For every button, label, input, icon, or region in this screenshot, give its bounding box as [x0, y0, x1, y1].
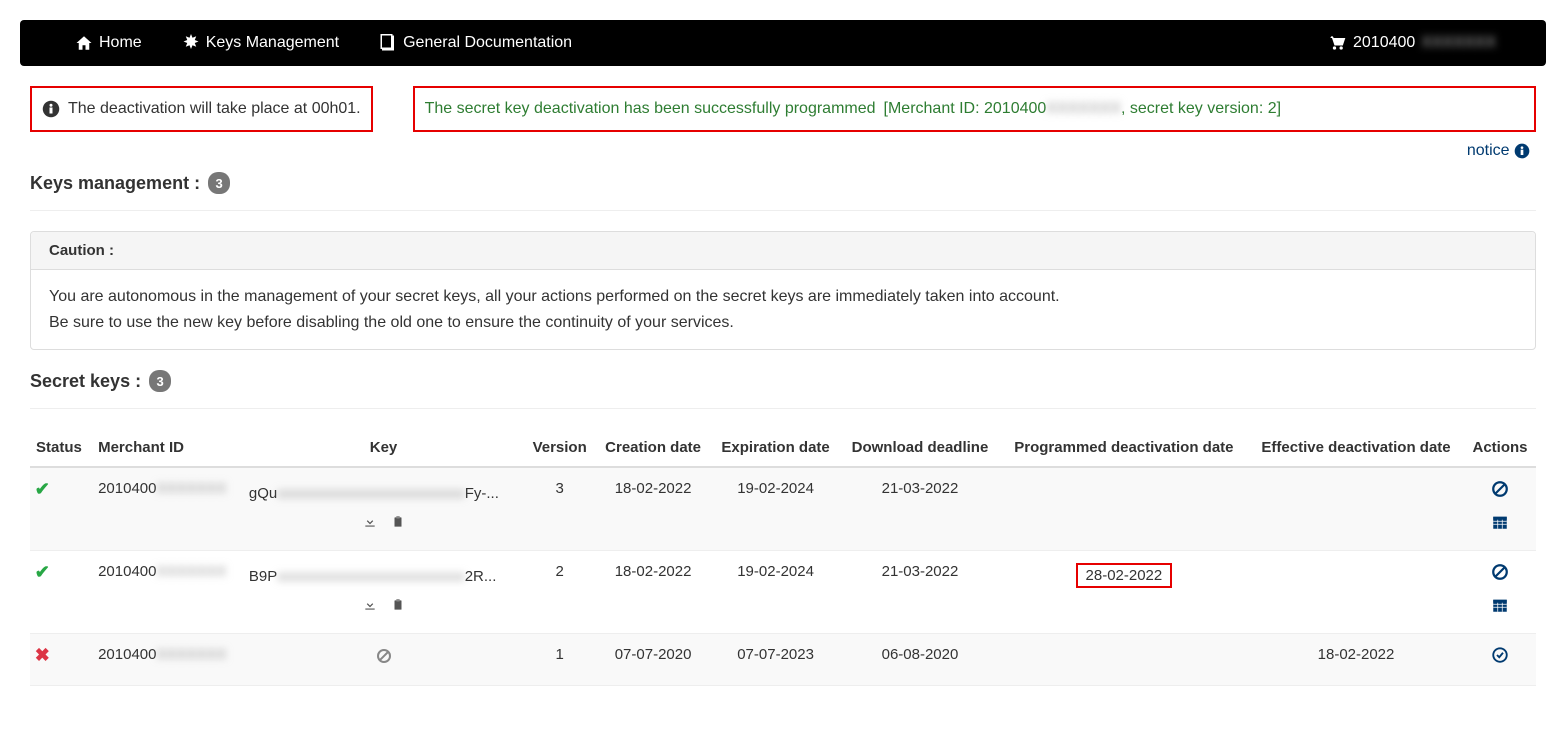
cell-status: ✔	[30, 467, 92, 551]
th-expiration: Expiration date	[711, 429, 840, 467]
info-circle-icon	[1514, 143, 1530, 159]
cell-programmed	[1000, 467, 1248, 551]
th-creation: Creation date	[595, 429, 711, 467]
schedule-button[interactable]	[1491, 596, 1509, 619]
success-alert-main: The secret key deactivation has been suc…	[425, 100, 876, 118]
th-download: Download deadline	[840, 429, 1000, 467]
info-icon	[42, 100, 60, 118]
keys-mgmt-title: Keys management : 3	[30, 172, 1536, 194]
home-icon	[75, 34, 93, 52]
nav-docs[interactable]: General Documentation	[379, 34, 572, 52]
cell-effective	[1248, 551, 1464, 634]
info-alert: The deactivation will take place at 00h0…	[30, 86, 373, 132]
cell-merchant: 2010400XXXXXXX	[92, 467, 243, 551]
table-row: ✔ 2010400XXXXXXXB9Pxxxxxxxxxxxxxxxxxxxxxx…	[30, 551, 1536, 634]
cell-key: B9Pxxxxxxxxxxxxxxxxxxxxxxxxx2R...	[243, 551, 524, 634]
notice-link[interactable]: notice	[30, 142, 1536, 160]
secret-keys-badge: 3	[149, 370, 171, 392]
check-icon: ✔	[35, 478, 50, 500]
cell-programmed	[1000, 634, 1248, 686]
nav-home-label: Home	[99, 34, 142, 52]
cell-expiration: 19-02-2024	[711, 551, 840, 634]
nav-docs-label: General Documentation	[403, 34, 572, 52]
cell-download: 21-03-2022	[840, 551, 1000, 634]
schedule-button[interactable]	[1491, 513, 1509, 536]
th-key: Key	[243, 429, 524, 467]
caution-body: You are autonomous in the management of …	[31, 270, 1535, 349]
success-alert-bracket: [Merchant ID: 2010400XXXXXXX, secret key…	[884, 100, 1282, 118]
cell-actions	[1464, 634, 1536, 686]
clipboard-icon[interactable]	[391, 511, 405, 538]
caution-panel: Caution : You are autonomous in the mana…	[30, 231, 1536, 350]
deactivate-button[interactable]	[1491, 563, 1509, 586]
cart-icon	[1327, 33, 1347, 53]
cell-merchant: 2010400XXXXXXX	[92, 551, 243, 634]
nav-home[interactable]: Home	[75, 34, 142, 52]
download-icon[interactable]	[363, 594, 377, 621]
info-alert-text: The deactivation will take place at 00h0…	[68, 100, 361, 118]
navbar: Home Keys Management General Documentati…	[20, 20, 1546, 66]
th-effective: Effective deactivation date	[1248, 429, 1464, 467]
cell-key: gQuxxxxxxxxxxxxxxxxxxxxxxxxxFy-...	[243, 467, 524, 551]
th-status: Status	[30, 429, 92, 467]
caution-header: Caution :	[31, 232, 1535, 270]
nav-keys[interactable]: Keys Management	[182, 34, 339, 52]
nav-merchant[interactable]: 2010400 XXXXXXX	[1327, 33, 1496, 53]
cell-status: ✔	[30, 551, 92, 634]
cell-creation: 18-02-2022	[595, 551, 711, 634]
th-programmed: Programmed deactivation date	[1000, 429, 1248, 467]
cell-merchant: 2010400XXXXXXX	[92, 634, 243, 686]
disabled-icon	[376, 651, 392, 668]
success-alert: The secret key deactivation has been suc…	[413, 86, 1536, 132]
cell-key	[243, 634, 524, 686]
cell-programmed: 28-02-2022	[1000, 551, 1248, 634]
document-icon	[379, 34, 397, 52]
cell-download: 21-03-2022	[840, 467, 1000, 551]
keys-mgmt-badge: 3	[208, 172, 230, 194]
cross-icon: ✖	[35, 644, 50, 666]
th-actions: Actions	[1464, 429, 1536, 467]
cell-creation: 18-02-2022	[595, 467, 711, 551]
alerts-row: The deactivation will take place at 00h0…	[30, 86, 1536, 132]
table-row: ✖ 2010400XXXXXXX 107-07-202007-07-202306-0…	[30, 634, 1536, 686]
cell-version: 2	[524, 551, 595, 634]
cell-version: 1	[524, 634, 595, 686]
keys-table: Status Merchant ID Key Version Creation …	[30, 429, 1536, 686]
cell-expiration: 07-07-2023	[711, 634, 840, 686]
cell-status: ✖	[30, 634, 92, 686]
cell-version: 3	[524, 467, 595, 551]
clipboard-icon[interactable]	[391, 594, 405, 621]
nav-keys-label: Keys Management	[206, 34, 339, 52]
cell-actions	[1464, 467, 1536, 551]
table-row: ✔ 2010400XXXXXXXgQuxxxxxxxxxxxxxxxxxxxxxx…	[30, 467, 1536, 551]
th-merchant: Merchant ID	[92, 429, 243, 467]
cell-download: 06-08-2020	[840, 634, 1000, 686]
deactivate-button[interactable]	[1491, 480, 1509, 503]
th-version: Version	[524, 429, 595, 467]
cell-expiration: 19-02-2024	[711, 467, 840, 551]
cell-actions	[1464, 551, 1536, 634]
secret-keys-title: Secret keys : 3	[30, 370, 1536, 392]
info-button[interactable]	[1491, 646, 1509, 669]
nav-merchant-blur: XXXXXXX	[1421, 34, 1496, 52]
nav-merchant-prefix: 2010400	[1353, 34, 1415, 52]
download-icon[interactable]	[363, 511, 377, 538]
starburst-icon	[182, 34, 200, 52]
cell-creation: 07-07-2020	[595, 634, 711, 686]
check-icon: ✔	[35, 561, 50, 583]
cell-effective	[1248, 467, 1464, 551]
cell-effective: 18-02-2022	[1248, 634, 1464, 686]
